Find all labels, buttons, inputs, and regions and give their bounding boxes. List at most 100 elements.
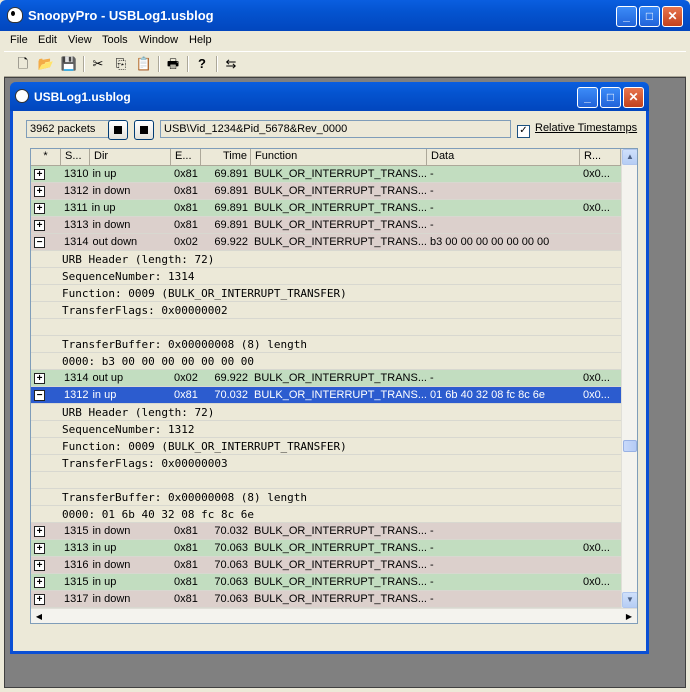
- packet-detail-line[interactable]: URB Header (length: 72): [31, 404, 621, 421]
- column-header-star[interactable]: *: [31, 149, 61, 165]
- app-title: SnoopyPro - USBLog1.usblog: [28, 8, 214, 23]
- expand-icon[interactable]: +: [34, 594, 45, 605]
- checkbox-check-icon[interactable]: ✓: [517, 125, 530, 138]
- detail-text: TransferFlags: 0x00000002: [62, 304, 228, 317]
- packet-seq-dir: 1314 out down: [64, 234, 171, 250]
- paste-icon[interactable]: 📋: [135, 55, 153, 73]
- packet-dir: in up: [92, 389, 117, 401]
- packet-detail-line[interactable]: TransferFlags: 0x00000002: [31, 302, 621, 319]
- vertical-scrollbar[interactable]: ▲ ▼: [621, 149, 637, 608]
- expand-icon[interactable]: +: [34, 203, 45, 214]
- expand-icon[interactable]: +: [34, 169, 45, 180]
- expand-icon[interactable]: +: [34, 543, 45, 554]
- relative-timestamps-checkbox[interactable]: ✓ Relative Timestamps: [517, 122, 637, 138]
- packet-detail-line[interactable]: URB Header (length: 72): [31, 251, 621, 268]
- packet-func: BULK_OR_INTERRUPT_TRANS...: [254, 185, 427, 197]
- menu-help[interactable]: Help: [189, 34, 212, 46]
- packet-detail-line[interactable]: 0000: b3 00 00 00 00 00 00 00: [31, 353, 621, 370]
- packet-detail-line[interactable]: SequenceNumber: 1312: [31, 421, 621, 438]
- scroll-right-button[interactable]: ▶: [621, 609, 637, 623]
- document-icon[interactable]: [15, 89, 29, 103]
- packet-row[interactable]: +1314 out up 0x02 69.922 BULK_OR_INTERRUPT_T…: [31, 370, 621, 387]
- packet-row[interactable]: +1312 in down 0x81 69.891 BULK_OR_INTERRUPT_…: [31, 183, 621, 200]
- column-header-time[interactable]: Time: [201, 149, 251, 165]
- column-header-dir[interactable]: Dir: [90, 149, 171, 165]
- menu-file[interactable]: File: [10, 34, 28, 46]
- menu-window[interactable]: Window: [139, 34, 178, 46]
- packet-grid[interactable]: * S... Dir E... Time Function Data R... …: [30, 148, 638, 624]
- column-header-function[interactable]: Function: [251, 149, 427, 165]
- packet-row[interactable]: +1317 in down 0x81 70.063 BULK_OR_INTERRUPT_…: [31, 591, 621, 608]
- menu-view[interactable]: View: [68, 34, 92, 46]
- packet-seq: 1316: [64, 559, 89, 571]
- child-minimize-button[interactable]: _: [577, 87, 598, 108]
- packet-detail-line[interactable]: 0000: 01 6b 40 32 08 fc 8c 6e: [31, 506, 621, 523]
- packet-dir: in down: [92, 525, 131, 537]
- device-id-field[interactable]: USB\Vid_1234&Pid_5678&Rev_0000: [160, 120, 511, 138]
- packet-detail-line[interactable]: Function: 0009 (BULK_OR_INTERRUPT_TRANSF…: [31, 285, 621, 302]
- packet-data: -: [430, 372, 434, 384]
- expand-icon[interactable]: +: [34, 526, 45, 537]
- scroll-down-button[interactable]: ▼: [622, 592, 637, 608]
- column-header-endpoint[interactable]: E...: [171, 149, 201, 165]
- child-close-button[interactable]: ✕: [623, 87, 644, 108]
- cut-icon[interactable]: ✂: [89, 55, 107, 73]
- column-header-data[interactable]: Data: [427, 149, 580, 165]
- packet-row[interactable]: +1315 in down 0x81 70.032 BULK_OR_INTERRUPT_…: [31, 523, 621, 540]
- open-folder-icon[interactable]: 📂: [37, 55, 55, 73]
- scroll-left-button[interactable]: ◀: [31, 609, 47, 623]
- stop-all-button[interactable]: [134, 120, 154, 140]
- expand-icon[interactable]: +: [34, 220, 45, 231]
- packet-data: -: [430, 185, 434, 197]
- expand-icon[interactable]: +: [34, 186, 45, 197]
- packet-time: 69.922: [214, 236, 248, 248]
- packet-detail-line[interactable]: SequenceNumber: 1314: [31, 268, 621, 285]
- minimize-button[interactable]: _: [616, 6, 637, 27]
- packet-row[interactable]: +1315 in up 0x81 70.063 BULK_OR_INTERRUPT_TR…: [31, 574, 621, 591]
- new-file-icon[interactable]: 🗋: [14, 55, 32, 73]
- scroll-thumb[interactable]: [623, 440, 637, 452]
- scroll-up-button[interactable]: ▲: [622, 149, 637, 165]
- packet-detail-line[interactable]: TransferFlags: 0x00000003: [31, 455, 621, 472]
- horizontal-scrollbar[interactable]: ◀ ▶: [31, 608, 637, 623]
- packet-r: [583, 523, 619, 539]
- expand-icon[interactable]: +: [34, 373, 45, 384]
- usb-icon[interactable]: ⇆: [222, 55, 240, 73]
- close-button[interactable]: ✕: [662, 6, 683, 27]
- stop-button[interactable]: [108, 120, 128, 140]
- maximize-button[interactable]: □: [639, 6, 660, 27]
- packet-row[interactable]: −1314 out down 0x02 69.922 BULK_OR_INTERRUPT…: [31, 234, 621, 251]
- child-titlebar[interactable]: USBLog1.usblog _ □ ✕: [10, 82, 649, 111]
- packet-row[interactable]: +1313 in down 0x81 69.891 BULK_OR_INTERRUPT_…: [31, 217, 621, 234]
- packet-detail-line[interactable]: Function: 0009 (BULK_OR_INTERRUPT_TRANSF…: [31, 438, 621, 455]
- packet-seq-dir: 1313 in up: [64, 540, 171, 556]
- expand-icon[interactable]: +: [34, 560, 45, 571]
- help-icon[interactable]: ?: [193, 55, 211, 73]
- packet-detail-line[interactable]: [31, 472, 621, 489]
- menu-edit[interactable]: Edit: [38, 34, 57, 46]
- menu-tools[interactable]: Tools: [102, 34, 128, 46]
- packet-detail-line[interactable]: TransferBuffer: 0x00000008 (8) length: [31, 489, 621, 506]
- packet-dir: in down: [92, 219, 131, 231]
- selected-packet-row[interactable]: −1312 in up 0x81 70.032 BULK_OR_INTERRUPT_TR…: [31, 387, 621, 404]
- packet-row[interactable]: +1313 in up 0x81 70.063 BULK_OR_INTERRUPT_TR…: [31, 540, 621, 557]
- app-titlebar[interactable]: SnoopyPro - USBLog1.usblog _ □ ✕: [0, 0, 690, 31]
- packet-row[interactable]: +1310 in up 0x81 69.891 BULK_OR_INTERRUPT_TR…: [31, 166, 621, 183]
- snoopy-app-icon[interactable]: [7, 7, 23, 23]
- packet-ep: 0x81: [174, 202, 198, 214]
- copy-icon[interactable]: ⎘: [112, 55, 130, 73]
- child-maximize-button[interactable]: □: [600, 87, 621, 108]
- collapse-icon[interactable]: −: [34, 390, 45, 401]
- packet-detail-line[interactable]: TransferBuffer: 0x00000008 (8) length: [31, 336, 621, 353]
- column-header-result[interactable]: R...: [580, 149, 621, 165]
- packet-seq: 1317: [64, 593, 89, 605]
- expand-icon[interactable]: +: [34, 577, 45, 588]
- packet-detail-line[interactable]: [31, 319, 621, 336]
- column-header-seq[interactable]: S...: [61, 149, 90, 165]
- collapse-icon[interactable]: −: [34, 237, 45, 248]
- save-icon[interactable]: 💾: [60, 55, 78, 73]
- packet-row[interactable]: +1311 in up 0x81 69.891 BULK_OR_INTERRUPT_TR…: [31, 200, 621, 217]
- packet-row[interactable]: +1316 in down 0x81 70.063 BULK_OR_INTERRUPT_…: [31, 557, 621, 574]
- packet-time: 70.063: [214, 559, 248, 571]
- print-icon[interactable]: 🖶: [164, 55, 182, 73]
